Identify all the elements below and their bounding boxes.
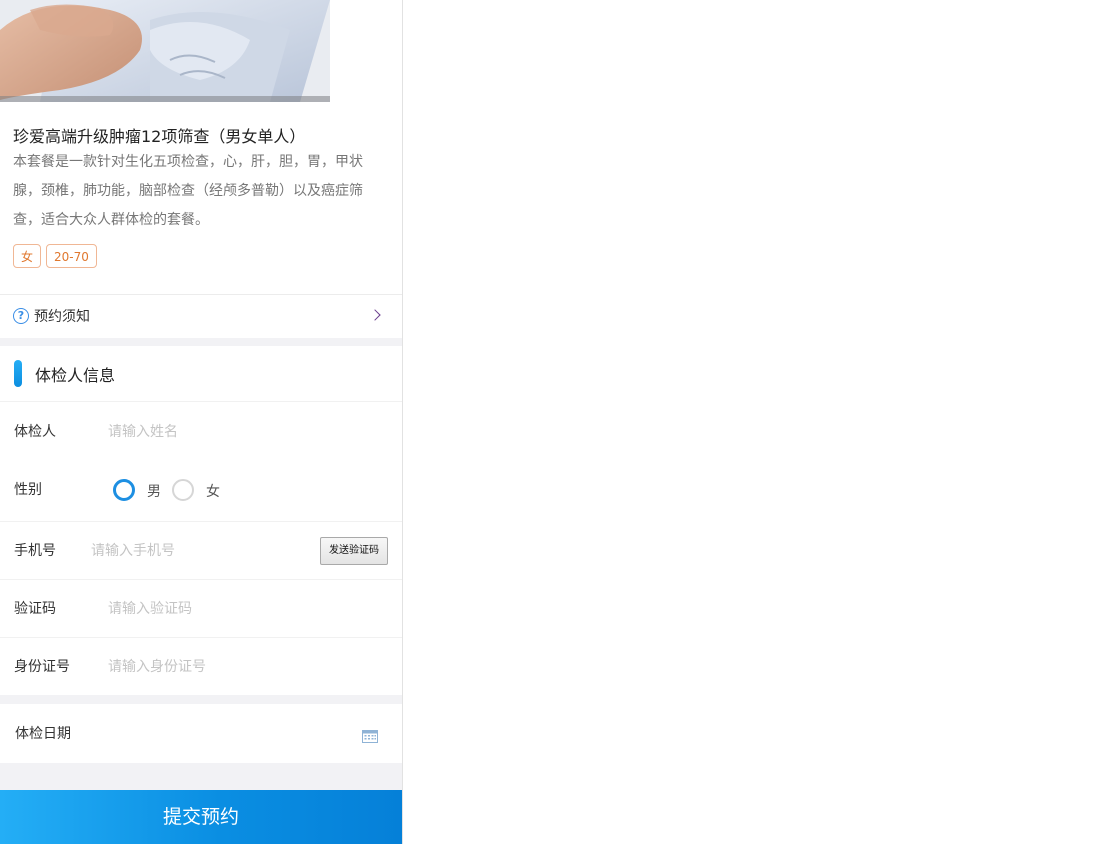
package-info: 珍爱高端升级肿瘤12项筛查（男女单人） 本套餐是一款针对生化五项检查，心，肝，胆…: [13, 124, 385, 235]
question-circle-icon: ?: [13, 308, 29, 324]
package-title: 珍爱高端升级肿瘤12项筛查（男女单人）: [13, 127, 306, 146]
gender-female-radio[interactable]: [172, 479, 194, 501]
phone-input[interactable]: 请输入手机号: [91, 540, 175, 560]
gender-female-label[interactable]: 女: [206, 481, 220, 501]
code-label: 验证码: [14, 601, 56, 617]
package-description: 本套餐是一款针对生化五项检查，心，肝，胆，胃，甲状腺，颈椎，肺功能，脑部检查（经…: [13, 154, 363, 228]
submit-booking-button[interactable]: 提交预约: [0, 790, 402, 844]
id-card-row: 身份证号 请输入身份证号: [0, 638, 402, 695]
name-label: 体检人: [14, 424, 56, 440]
section-divider: [0, 695, 402, 704]
exam-date-label: 体检日期: [15, 726, 71, 742]
gender-label: 性别: [14, 482, 42, 498]
booking-page: 珍爱高端升级肿瘤12项筛查（男女单人） 本套餐是一款针对生化五项检查，心，肝，胆…: [0, 0, 403, 844]
phone-label: 手机号: [14, 543, 56, 559]
gender-male-label[interactable]: 男: [147, 481, 161, 501]
exam-date-row[interactable]: 体检日期: [0, 704, 402, 763]
name-row: 体检人 请输入姓名: [0, 401, 402, 461]
section-divider: [0, 338, 402, 346]
code-row: 验证码 请输入验证码: [0, 580, 402, 638]
examinee-section-header: 体检人信息: [0, 346, 402, 401]
section-accent-bar: [14, 360, 22, 387]
gender-male-radio[interactable]: [113, 479, 135, 501]
send-code-button[interactable]: 发送验证码: [320, 537, 388, 565]
age-range-tag: 20-70: [46, 244, 97, 268]
chevron-right-icon: [369, 309, 381, 321]
booking-notice-label: 预约须知: [34, 309, 90, 325]
phone-row: 手机号 请输入手机号 发送验证码: [0, 522, 402, 580]
id-card-label: 身份证号: [14, 659, 70, 675]
hero-image: [0, 0, 330, 102]
id-card-input[interactable]: 请输入身份证号: [108, 656, 206, 676]
code-input[interactable]: 请输入验证码: [108, 598, 192, 618]
booking-notice-row[interactable]: ? 预约须知: [0, 294, 402, 339]
gender-row: 性别 男 女: [0, 460, 402, 522]
bottom-spacer: [0, 763, 402, 790]
name-input[interactable]: 请输入姓名: [108, 421, 178, 441]
package-tags: 女 20-70: [13, 244, 97, 268]
section-title: 体检人信息: [35, 366, 116, 385]
calendar-icon[interactable]: [362, 728, 378, 743]
gender-tag: 女: [13, 244, 42, 268]
